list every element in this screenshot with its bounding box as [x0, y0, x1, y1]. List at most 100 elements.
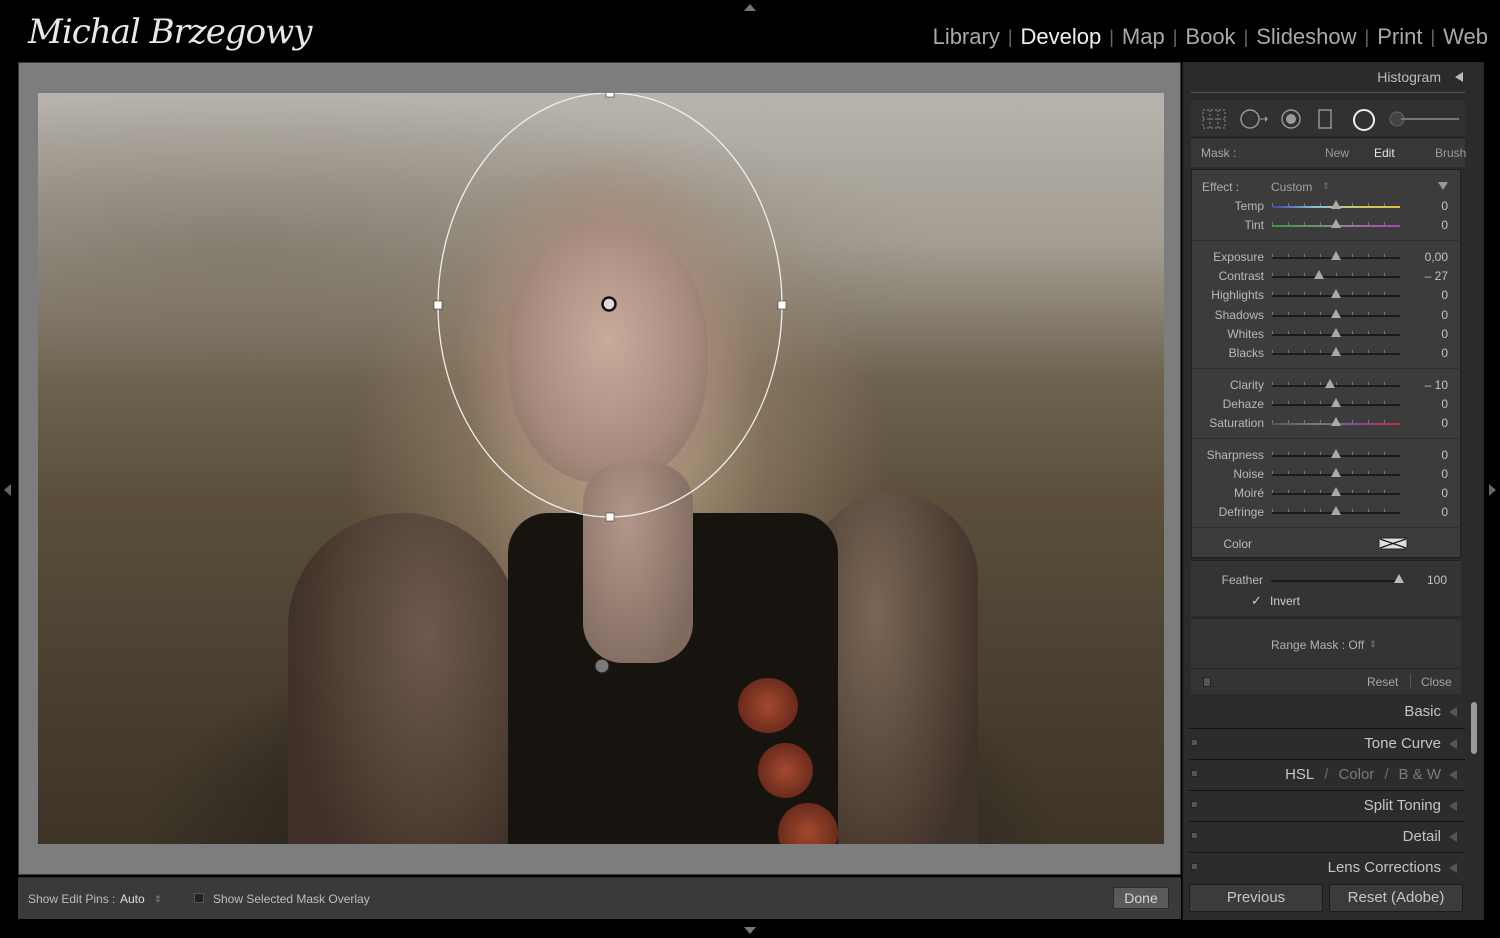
panel-detail[interactable]: Detail — [1189, 821, 1465, 850]
slider-clarity[interactable]: Clarity – 10 — [1192, 376, 1462, 394]
slider-thumb[interactable] — [1331, 487, 1341, 496]
slider-thumb[interactable] — [1331, 506, 1341, 515]
slider-value[interactable]: 0 — [1441, 397, 1448, 411]
panel-expand-icon[interactable] — [1449, 863, 1457, 873]
crop-overlay-icon[interactable] — [1201, 108, 1227, 130]
tab-bw[interactable]: B & W — [1398, 766, 1441, 783]
panel-expand-icon[interactable] — [1449, 832, 1457, 842]
image-canvas[interactable] — [18, 62, 1181, 875]
slider-tint[interactable]: Tint 0 — [1192, 216, 1462, 234]
slider-value[interactable]: 0 — [1441, 486, 1448, 500]
slider-thumb[interactable] — [1331, 200, 1341, 209]
module-develop[interactable]: Develop — [1013, 24, 1110, 50]
select-arrows-icon[interactable]: ⇕ — [154, 894, 162, 905]
show-mask-overlay-checkbox[interactable] — [194, 893, 204, 903]
panel-switch-icon[interactable] — [1191, 770, 1198, 777]
panel-switch-icon[interactable] — [1191, 739, 1198, 746]
slider-exposure[interactable]: Exposure 0,00 — [1192, 248, 1462, 266]
module-map[interactable]: Map — [1114, 24, 1173, 50]
slider-value[interactable]: 0 — [1441, 308, 1448, 322]
radial-filter-handle-bottom[interactable] — [605, 512, 615, 522]
panel-expand-icon[interactable] — [1449, 801, 1457, 811]
slider-shadows[interactable]: Shadows 0 — [1192, 306, 1462, 324]
slider-thumb[interactable] — [1331, 289, 1341, 298]
slider-value[interactable]: 0 — [1441, 505, 1448, 519]
slider-highlights[interactable]: Highlights 0 — [1192, 286, 1462, 304]
spot-removal-icon[interactable] — [1239, 108, 1269, 130]
panel-collapse-icon[interactable] — [1455, 72, 1463, 82]
radial-filter-pin-icon[interactable] — [601, 296, 617, 312]
slider-contrast[interactable]: Contrast – 27 — [1192, 267, 1462, 285]
radial-filter-handle-right[interactable] — [777, 300, 787, 310]
radial-filter-handle-left[interactable] — [433, 300, 443, 310]
effect-menu-triangle-icon[interactable] — [1438, 182, 1448, 190]
slider-defringe[interactable]: Defringe 0 — [1192, 503, 1462, 521]
slider-value[interactable]: 0 — [1441, 327, 1448, 341]
reset-adobe-button[interactable]: Reset (Adobe) — [1329, 884, 1463, 912]
panel-expand-icon[interactable] — [1449, 739, 1457, 749]
slider-whites[interactable]: Whites 0 — [1192, 325, 1462, 343]
slider-dehaze[interactable]: Dehaze 0 — [1192, 395, 1462, 413]
radial-filter-icon[interactable] — [1351, 108, 1377, 132]
slider-track[interactable] — [1272, 385, 1400, 387]
right-panel-toggle-icon[interactable] — [1489, 484, 1496, 496]
module-library[interactable]: Library — [925, 24, 1008, 50]
invert-checkbox[interactable]: ✓ — [1251, 593, 1262, 609]
slider-thumb[interactable] — [1331, 417, 1341, 426]
panel-switch-icon[interactable] — [1203, 677, 1211, 687]
panel-switch-icon[interactable] — [1191, 832, 1198, 839]
adjustment-brush-icon[interactable] — [1387, 108, 1461, 130]
panel-switch-icon[interactable] — [1191, 863, 1198, 870]
radial-filter-overlay[interactable] — [38, 93, 1164, 844]
histogram-header[interactable]: Histogram — [1183, 62, 1485, 92]
slider-value[interactable]: 0 — [1441, 199, 1448, 213]
radial-filter-handle-top[interactable] — [605, 93, 615, 98]
slider-thumb[interactable] — [1331, 449, 1341, 458]
module-slideshow[interactable]: Slideshow — [1248, 24, 1364, 50]
previous-button[interactable]: Previous — [1189, 884, 1323, 912]
slider-temp[interactable]: Temp 0 — [1192, 197, 1462, 215]
panel-hsl[interactable]: HSL / Color / B & W — [1189, 759, 1465, 788]
effect-preset-select[interactable]: Custom — [1271, 180, 1312, 194]
range-mask-select[interactable]: Range Mask : Off — [1271, 638, 1364, 652]
mask-edit-button[interactable]: Edit — [1374, 146, 1395, 160]
slider-value[interactable]: 0 — [1441, 346, 1448, 360]
slider-thumb[interactable] — [1314, 270, 1325, 279]
slider-thumb[interactable] — [1331, 328, 1341, 337]
panel-lens-corrections[interactable]: Lens Corrections — [1189, 852, 1465, 880]
select-arrows-icon[interactable]: ⇕ — [1369, 639, 1377, 650]
slider-value[interactable]: 0 — [1441, 467, 1448, 481]
slider-track[interactable] — [1271, 580, 1399, 582]
slider-thumb[interactable] — [1331, 347, 1341, 356]
slider-value[interactable]: 100 — [1427, 573, 1447, 587]
graduated-filter-icon[interactable] — [1317, 108, 1333, 130]
slider-value[interactable]: – 27 — [1425, 269, 1448, 283]
module-print[interactable]: Print — [1369, 24, 1430, 50]
slider-value[interactable]: 0 — [1441, 218, 1448, 232]
close-button[interactable]: Close — [1421, 675, 1452, 689]
red-eye-icon[interactable] — [1279, 108, 1303, 130]
slider-value[interactable]: 0 — [1441, 288, 1448, 302]
slider-value[interactable]: 0 — [1441, 448, 1448, 462]
slider-thumb[interactable] — [1331, 309, 1341, 318]
panel-switch-icon[interactable] — [1191, 801, 1198, 808]
top-panel-toggle-icon[interactable] — [744, 4, 756, 11]
panel-split-toning[interactable]: Split Toning — [1189, 790, 1465, 819]
panel-expand-icon[interactable] — [1449, 707, 1457, 717]
mask-new-button[interactable]: New — [1325, 146, 1349, 160]
module-web[interactable]: Web — [1435, 24, 1488, 50]
show-edit-pins-select[interactable]: Auto — [120, 892, 145, 906]
slider-thumb[interactable] — [1331, 398, 1341, 407]
adjustment-pin-icon[interactable] — [594, 658, 610, 674]
slider-blacks[interactable]: Blacks 0 — [1192, 344, 1462, 362]
reset-button[interactable]: Reset — [1367, 675, 1398, 689]
slider-noise[interactable]: Noise 0 — [1192, 465, 1462, 483]
slider-thumb[interactable] — [1331, 251, 1341, 260]
panel-expand-icon[interactable] — [1449, 770, 1457, 780]
slider-value[interactable]: 0 — [1441, 416, 1448, 430]
slider-value[interactable]: – 10 — [1425, 378, 1448, 392]
left-panel-toggle-icon[interactable] — [4, 484, 11, 496]
slider-value[interactable]: 0,00 — [1425, 250, 1448, 264]
bottom-panel-toggle-icon[interactable] — [744, 927, 756, 934]
slider-saturation[interactable]: Saturation 0 — [1192, 414, 1462, 432]
